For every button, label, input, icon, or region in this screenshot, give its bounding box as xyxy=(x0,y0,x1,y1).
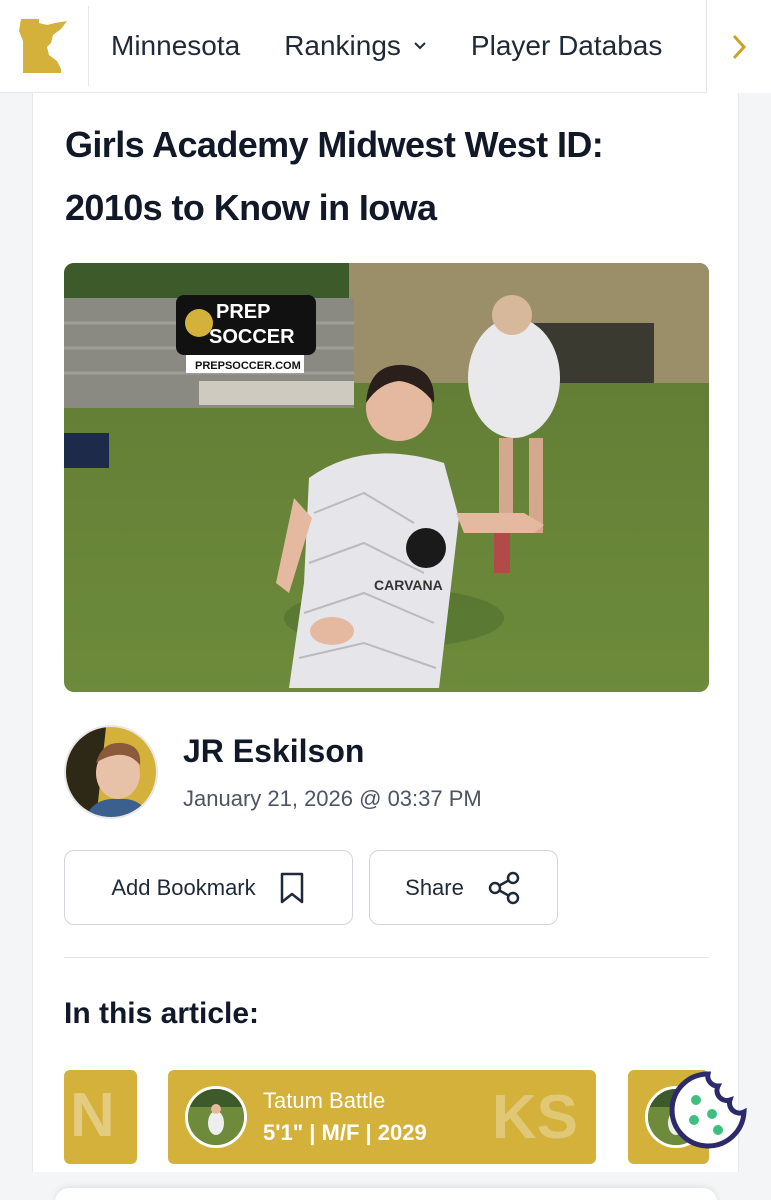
player-name: Tatum Battle xyxy=(263,1088,386,1113)
article-title: Girls Academy Midwest West ID: 2010s to … xyxy=(65,124,604,228)
top-navigation: Minnesota Rankings Player Databas xyxy=(0,0,771,93)
nav-item-minnesota[interactable]: Minnesota xyxy=(89,30,262,62)
author-name[interactable]: JR Eskilson xyxy=(183,733,364,770)
state-logo[interactable] xyxy=(0,6,89,86)
player-chip-tatum-battle[interactable]: Tatum Battle 5'1" | M/F | 2029 KS xyxy=(168,1070,596,1164)
player-thumbnail xyxy=(185,1086,247,1148)
bottom-sheet-handle[interactable] xyxy=(55,1188,717,1200)
share-button[interactable]: Share xyxy=(369,850,558,925)
article-card: Girls Academy Midwest West ID: 2010s to … xyxy=(32,93,739,1200)
share-label: Share xyxy=(405,874,464,900)
svg-text:SOCCER: SOCCER xyxy=(209,326,295,348)
nav-item-rankings[interactable]: Rankings xyxy=(262,30,449,62)
jersey-sponsor-text: CARVANA xyxy=(374,577,443,593)
cookie-icon xyxy=(669,1071,747,1149)
add-bookmark-button[interactable]: Add Bookmark xyxy=(64,850,353,925)
divider xyxy=(64,957,709,958)
bookmark-icon xyxy=(280,872,303,903)
nav-scroll-right-button[interactable] xyxy=(706,0,771,93)
in-this-article-heading: In this article: xyxy=(64,997,260,1030)
share-icon xyxy=(488,871,520,904)
bookmark-label: Add Bookmark xyxy=(111,874,256,900)
state-watermark: N xyxy=(70,1081,115,1150)
prep-soccer-logo: PREP SOCCER PREPSOCCER.COM xyxy=(176,295,316,373)
chevron-down-icon xyxy=(414,42,426,50)
player-chip-previous[interactable]: N xyxy=(64,1070,137,1164)
publish-date: January 21, 2026 @ 03:37 PM xyxy=(183,786,482,811)
player-details: 5'1" | M/F | 2029 xyxy=(263,1120,427,1145)
cookie-settings-button[interactable] xyxy=(668,1070,748,1150)
state-watermark: KS xyxy=(491,1083,578,1152)
svg-text:PREPSOCCER.COM: PREPSOCCER.COM xyxy=(195,360,301,372)
svg-text:PREP: PREP xyxy=(216,301,270,323)
hero-image: CARVANA PREP SOCCER PREPSOCCER.COM xyxy=(64,263,709,692)
author-avatar[interactable] xyxy=(64,725,158,819)
nav-item-player-database[interactable]: Player Databas xyxy=(449,30,684,62)
minnesota-icon xyxy=(19,19,67,73)
chevron-right-icon xyxy=(732,34,747,59)
